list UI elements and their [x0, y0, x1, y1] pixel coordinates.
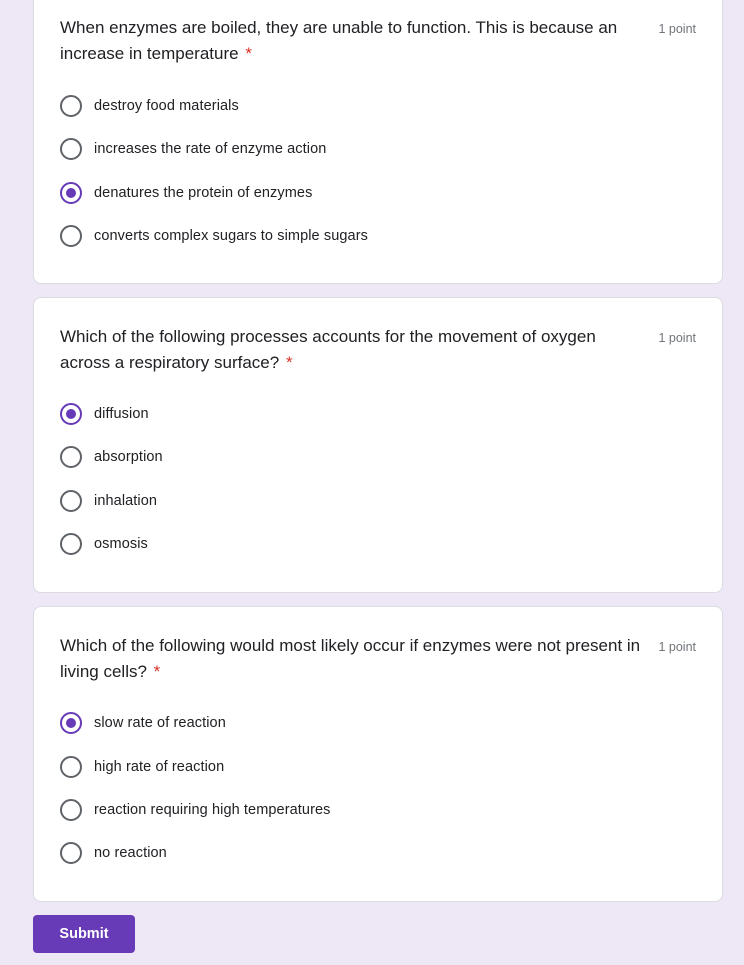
required-marker: *	[285, 353, 293, 372]
option-radio[interactable]: increases the rate of enzyme action	[60, 137, 326, 161]
question-title: When enzymes are boiled, they are unable…	[60, 15, 650, 67]
option-radio[interactable]: converts complex sugars to simple sugars	[60, 224, 368, 248]
radio-unchecked-icon[interactable]	[60, 138, 82, 160]
radio-unchecked-icon[interactable]	[60, 756, 82, 778]
option-radio[interactable]: diffusion	[60, 402, 149, 426]
required-marker: *	[153, 662, 161, 681]
question-card-3: Which of the following would most likely…	[33, 606, 723, 902]
option-radio[interactable]: no reaction	[60, 841, 167, 865]
radio-unchecked-icon[interactable]	[60, 799, 82, 821]
radio-checked-icon[interactable]	[60, 182, 82, 204]
option-label: denatures the protein of enzymes	[94, 185, 313, 201]
option-label: converts complex sugars to simple sugars	[94, 228, 368, 244]
option-label: osmosis	[94, 536, 148, 552]
option-label: absorption	[94, 449, 163, 465]
option-label: slow rate of reaction	[94, 715, 226, 731]
question-card-2: Which of the following processes account…	[33, 297, 723, 593]
option-label: high rate of reaction	[94, 759, 225, 775]
radio-unchecked-icon[interactable]	[60, 533, 82, 555]
option-radio[interactable]: high rate of reaction	[60, 755, 224, 779]
option-radio[interactable]: destroy food materials	[60, 94, 239, 118]
points-label: 1 point	[658, 22, 696, 36]
question-text: Which of the following would most likely…	[60, 636, 641, 681]
question-title: Which of the following processes account…	[60, 324, 650, 376]
option-radio[interactable]: osmosis	[60, 532, 148, 556]
option-radio[interactable]: denatures the protein of enzymes	[60, 181, 312, 205]
option-label: no reaction	[94, 845, 167, 861]
radio-unchecked-icon[interactable]	[60, 842, 82, 864]
required-marker: *	[245, 44, 252, 63]
radio-unchecked-icon[interactable]	[60, 95, 82, 117]
question-text: Which of the following processes account…	[60, 327, 596, 372]
option-radio[interactable]: inhalation	[60, 489, 157, 513]
radio-checked-icon[interactable]	[60, 403, 82, 425]
option-radio[interactable]: absorption	[60, 445, 163, 469]
radio-unchecked-icon[interactable]	[60, 225, 82, 247]
option-label: increases the rate of enzyme action	[94, 141, 327, 157]
option-label: diffusion	[94, 406, 149, 422]
points-label: 1 point	[658, 331, 696, 345]
radio-unchecked-icon[interactable]	[60, 446, 82, 468]
question-card-1: When enzymes are boiled, they are unable…	[33, 0, 723, 284]
option-radio[interactable]: slow rate of reaction	[60, 711, 226, 735]
question-title: Which of the following would most likely…	[60, 633, 650, 685]
option-label: destroy food materials	[94, 98, 239, 114]
radio-checked-icon[interactable]	[60, 712, 82, 734]
points-label: 1 point	[658, 640, 696, 654]
radio-unchecked-icon[interactable]	[60, 490, 82, 512]
submit-button[interactable]: Submit	[33, 915, 135, 953]
question-text: When enzymes are boiled, they are unable…	[60, 18, 618, 63]
option-label: reaction requiring high temperatures	[94, 802, 331, 818]
option-radio[interactable]: reaction requiring high temperatures	[60, 798, 331, 822]
option-label: inhalation	[94, 493, 158, 509]
